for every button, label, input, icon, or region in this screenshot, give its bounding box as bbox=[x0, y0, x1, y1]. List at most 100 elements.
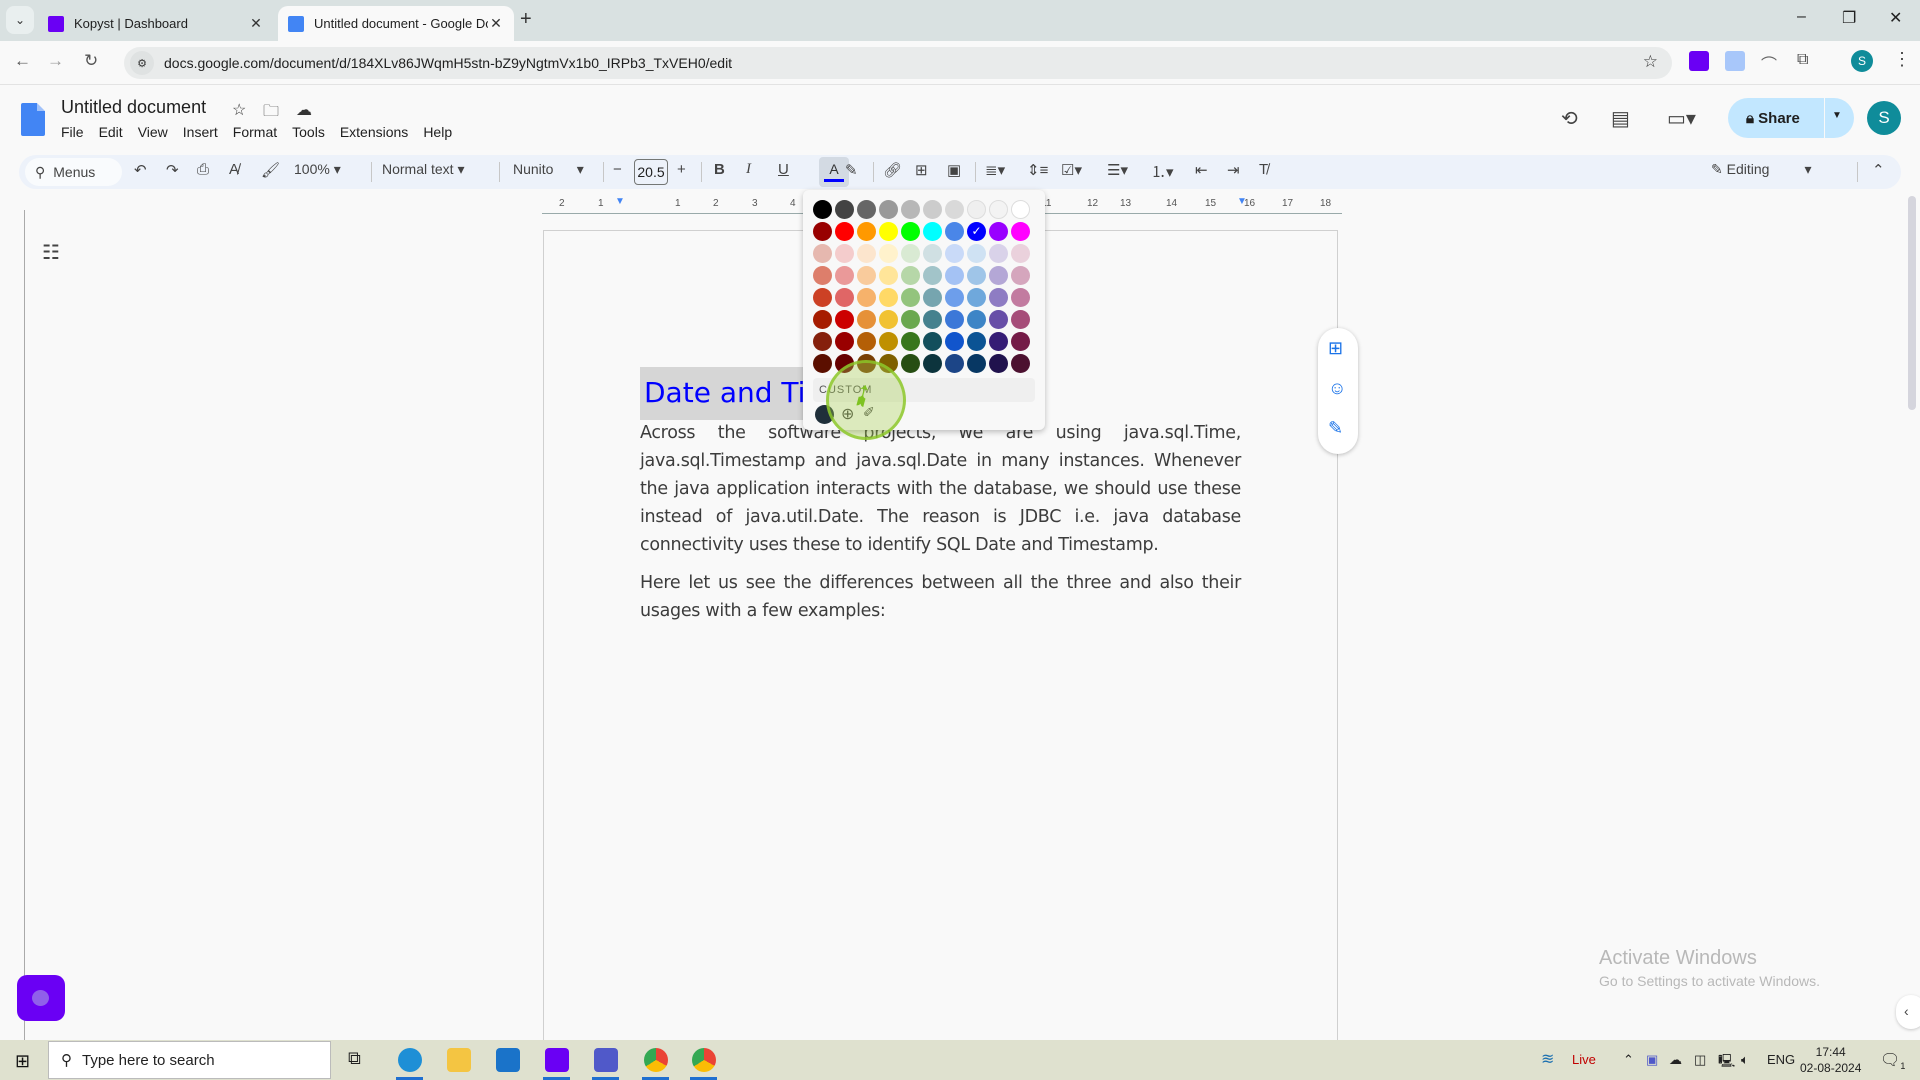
clear-formatting-icon[interactable]: T̸ bbox=[1259, 161, 1268, 178]
paint-format-icon[interactable]: 🖌︎ bbox=[261, 161, 280, 179]
color-swatch[interactable] bbox=[1011, 222, 1030, 241]
color-swatch[interactable] bbox=[967, 310, 986, 329]
minimize-button[interactable]: – bbox=[1797, 8, 1806, 26]
color-swatch[interactable] bbox=[1011, 266, 1030, 285]
browser-menu-icon[interactable]: ⋮ bbox=[1893, 49, 1911, 70]
network-icon[interactable]: 🖳︎ bbox=[1718, 1052, 1735, 1074]
side-panel-toggle-icon[interactable]: ‹ bbox=[1896, 995, 1920, 1029]
bulleted-list-icon[interactable]: ☰▾ bbox=[1107, 161, 1128, 179]
color-swatch[interactable] bbox=[901, 310, 920, 329]
color-swatch[interactable] bbox=[989, 310, 1008, 329]
underline-icon[interactable]: U bbox=[778, 161, 789, 178]
color-swatch[interactable] bbox=[989, 266, 1008, 285]
kopyst-app-icon[interactable] bbox=[545, 1048, 569, 1072]
menu-tools[interactable]: Tools bbox=[292, 124, 325, 140]
taskbar-clock[interactable]: 17:44 02-08-2024 bbox=[1800, 1044, 1861, 1076]
edge-icon[interactable] bbox=[398, 1048, 422, 1072]
emoji-reaction-icon[interactable]: ☺ bbox=[1328, 378, 1346, 399]
color-swatch[interactable] bbox=[1011, 288, 1030, 307]
color-swatch[interactable] bbox=[857, 200, 876, 219]
weather-icon[interactable]: ≋ bbox=[1541, 1049, 1554, 1069]
suggest-edits-icon[interactable]: ✎ bbox=[1328, 418, 1343, 439]
show-hidden-icons[interactable]: ⌃ bbox=[1623, 1052, 1634, 1068]
site-info-icon[interactable]: ⚙ bbox=[130, 51, 154, 75]
hide-menus-icon[interactable]: ⌃ bbox=[1872, 161, 1885, 179]
kopyst-extension-icon[interactable] bbox=[1689, 51, 1709, 71]
close-tab-icon[interactable]: ✕ bbox=[248, 15, 264, 32]
undo-icon[interactable]: ↶ bbox=[134, 161, 147, 179]
account-avatar[interactable]: S bbox=[1867, 101, 1901, 135]
color-swatch[interactable] bbox=[1011, 244, 1030, 263]
vertical-ruler[interactable] bbox=[15, 210, 25, 1040]
bold-icon[interactable]: B bbox=[714, 161, 725, 178]
paragraph-style-select[interactable]: Normal text ▾ bbox=[382, 161, 465, 178]
forward-button[interactable]: → bbox=[47, 51, 64, 71]
color-swatch[interactable] bbox=[813, 332, 832, 351]
italic-icon[interactable]: I bbox=[746, 161, 751, 178]
color-swatch[interactable] bbox=[879, 310, 898, 329]
print-icon[interactable]: ⎙ bbox=[197, 161, 209, 178]
menu-format[interactable]: Format bbox=[233, 124, 277, 140]
menu-insert[interactable]: Insert bbox=[183, 124, 218, 140]
color-swatch[interactable] bbox=[857, 288, 876, 307]
taskbar-search-input[interactable]: ⚲ Type here to search bbox=[48, 1041, 331, 1079]
color-swatch[interactable] bbox=[901, 332, 920, 351]
color-swatch[interactable] bbox=[1011, 310, 1030, 329]
tab-search-button[interactable]: ⌄ bbox=[6, 6, 34, 34]
file-explorer-icon[interactable] bbox=[447, 1048, 471, 1072]
search-menus-input[interactable]: ⚲ Menus bbox=[25, 158, 122, 186]
live-weather-label[interactable]: Live bbox=[1572, 1052, 1596, 1067]
color-swatch[interactable] bbox=[835, 332, 854, 351]
color-swatch[interactable] bbox=[813, 222, 832, 241]
insert-link-icon[interactable]: 🔗︎ bbox=[883, 161, 902, 179]
color-swatch[interactable] bbox=[967, 244, 986, 263]
address-bar[interactable]: ⚙ docs.google.com/document/d/184XLv86JWq… bbox=[124, 47, 1672, 79]
color-swatch[interactable]: ✓ bbox=[967, 222, 986, 241]
color-swatch[interactable] bbox=[923, 310, 942, 329]
color-swatch[interactable] bbox=[923, 200, 942, 219]
numbered-list-icon[interactable]: ⒈▾ bbox=[1151, 161, 1174, 182]
add-comment-icon[interactable]: ⊞ bbox=[915, 161, 928, 179]
color-swatch[interactable] bbox=[857, 332, 876, 351]
color-swatch[interactable] bbox=[813, 354, 832, 373]
align-justify-icon[interactable]: ≣▾ bbox=[985, 161, 1005, 179]
browser-profile-avatar[interactable]: S bbox=[1851, 50, 1873, 72]
document-paragraph[interactable]: Across the software projects, we are usi… bbox=[640, 419, 1241, 559]
cloud-saved-icon[interactable]: ☁ bbox=[296, 100, 312, 120]
document-outline-icon[interactable]: ☷ bbox=[42, 240, 60, 265]
extension-arc-icon[interactable]: ⌒ bbox=[1761, 51, 1781, 74]
windows-start-icon[interactable]: ⊞ bbox=[15, 1051, 30, 1072]
color-swatch[interactable] bbox=[967, 200, 986, 219]
color-swatch[interactable] bbox=[945, 222, 964, 241]
vertical-scrollbar[interactable] bbox=[1908, 196, 1916, 410]
decrease-font-size-icon[interactable]: − bbox=[613, 161, 622, 178]
menu-help[interactable]: Help bbox=[423, 124, 452, 140]
color-swatch[interactable] bbox=[989, 288, 1008, 307]
color-swatch[interactable] bbox=[1011, 200, 1030, 219]
color-swatch[interactable] bbox=[989, 200, 1008, 219]
url-text[interactable]: docs.google.com/document/d/184XLv86JWqmH… bbox=[164, 55, 732, 71]
color-swatch[interactable] bbox=[879, 222, 898, 241]
bookmark-star-icon[interactable]: ☆ bbox=[1643, 52, 1658, 72]
mail-icon[interactable] bbox=[496, 1048, 520, 1072]
document-paragraph[interactable]: Here let us see the differences between … bbox=[640, 569, 1241, 625]
color-swatch[interactable] bbox=[835, 244, 854, 263]
camera-icon[interactable]: ◫ bbox=[1694, 1052, 1706, 1068]
color-swatch[interactable] bbox=[835, 310, 854, 329]
spellcheck-icon[interactable]: A̸ bbox=[229, 161, 239, 178]
color-swatch[interactable] bbox=[879, 288, 898, 307]
font-select[interactable]: Nunito ▾ bbox=[513, 161, 584, 178]
color-swatch[interactable] bbox=[813, 310, 832, 329]
move-folder-icon[interactable]: 🗀 bbox=[263, 100, 279, 127]
color-swatch[interactable] bbox=[967, 288, 986, 307]
color-swatch[interactable] bbox=[945, 288, 964, 307]
color-swatch[interactable] bbox=[945, 200, 964, 219]
color-swatch[interactable] bbox=[901, 200, 920, 219]
comments-icon[interactable]: ▤ bbox=[1611, 106, 1630, 131]
increase-font-size-icon[interactable]: + bbox=[677, 161, 686, 178]
tab-google-docs[interactable]: Untitled document - Google Do ✕ bbox=[278, 6, 514, 41]
new-tab-button[interactable]: + bbox=[520, 8, 532, 31]
color-swatch[interactable] bbox=[989, 244, 1008, 263]
color-swatch[interactable] bbox=[945, 266, 964, 285]
reload-button[interactable]: ↻ bbox=[84, 51, 98, 71]
